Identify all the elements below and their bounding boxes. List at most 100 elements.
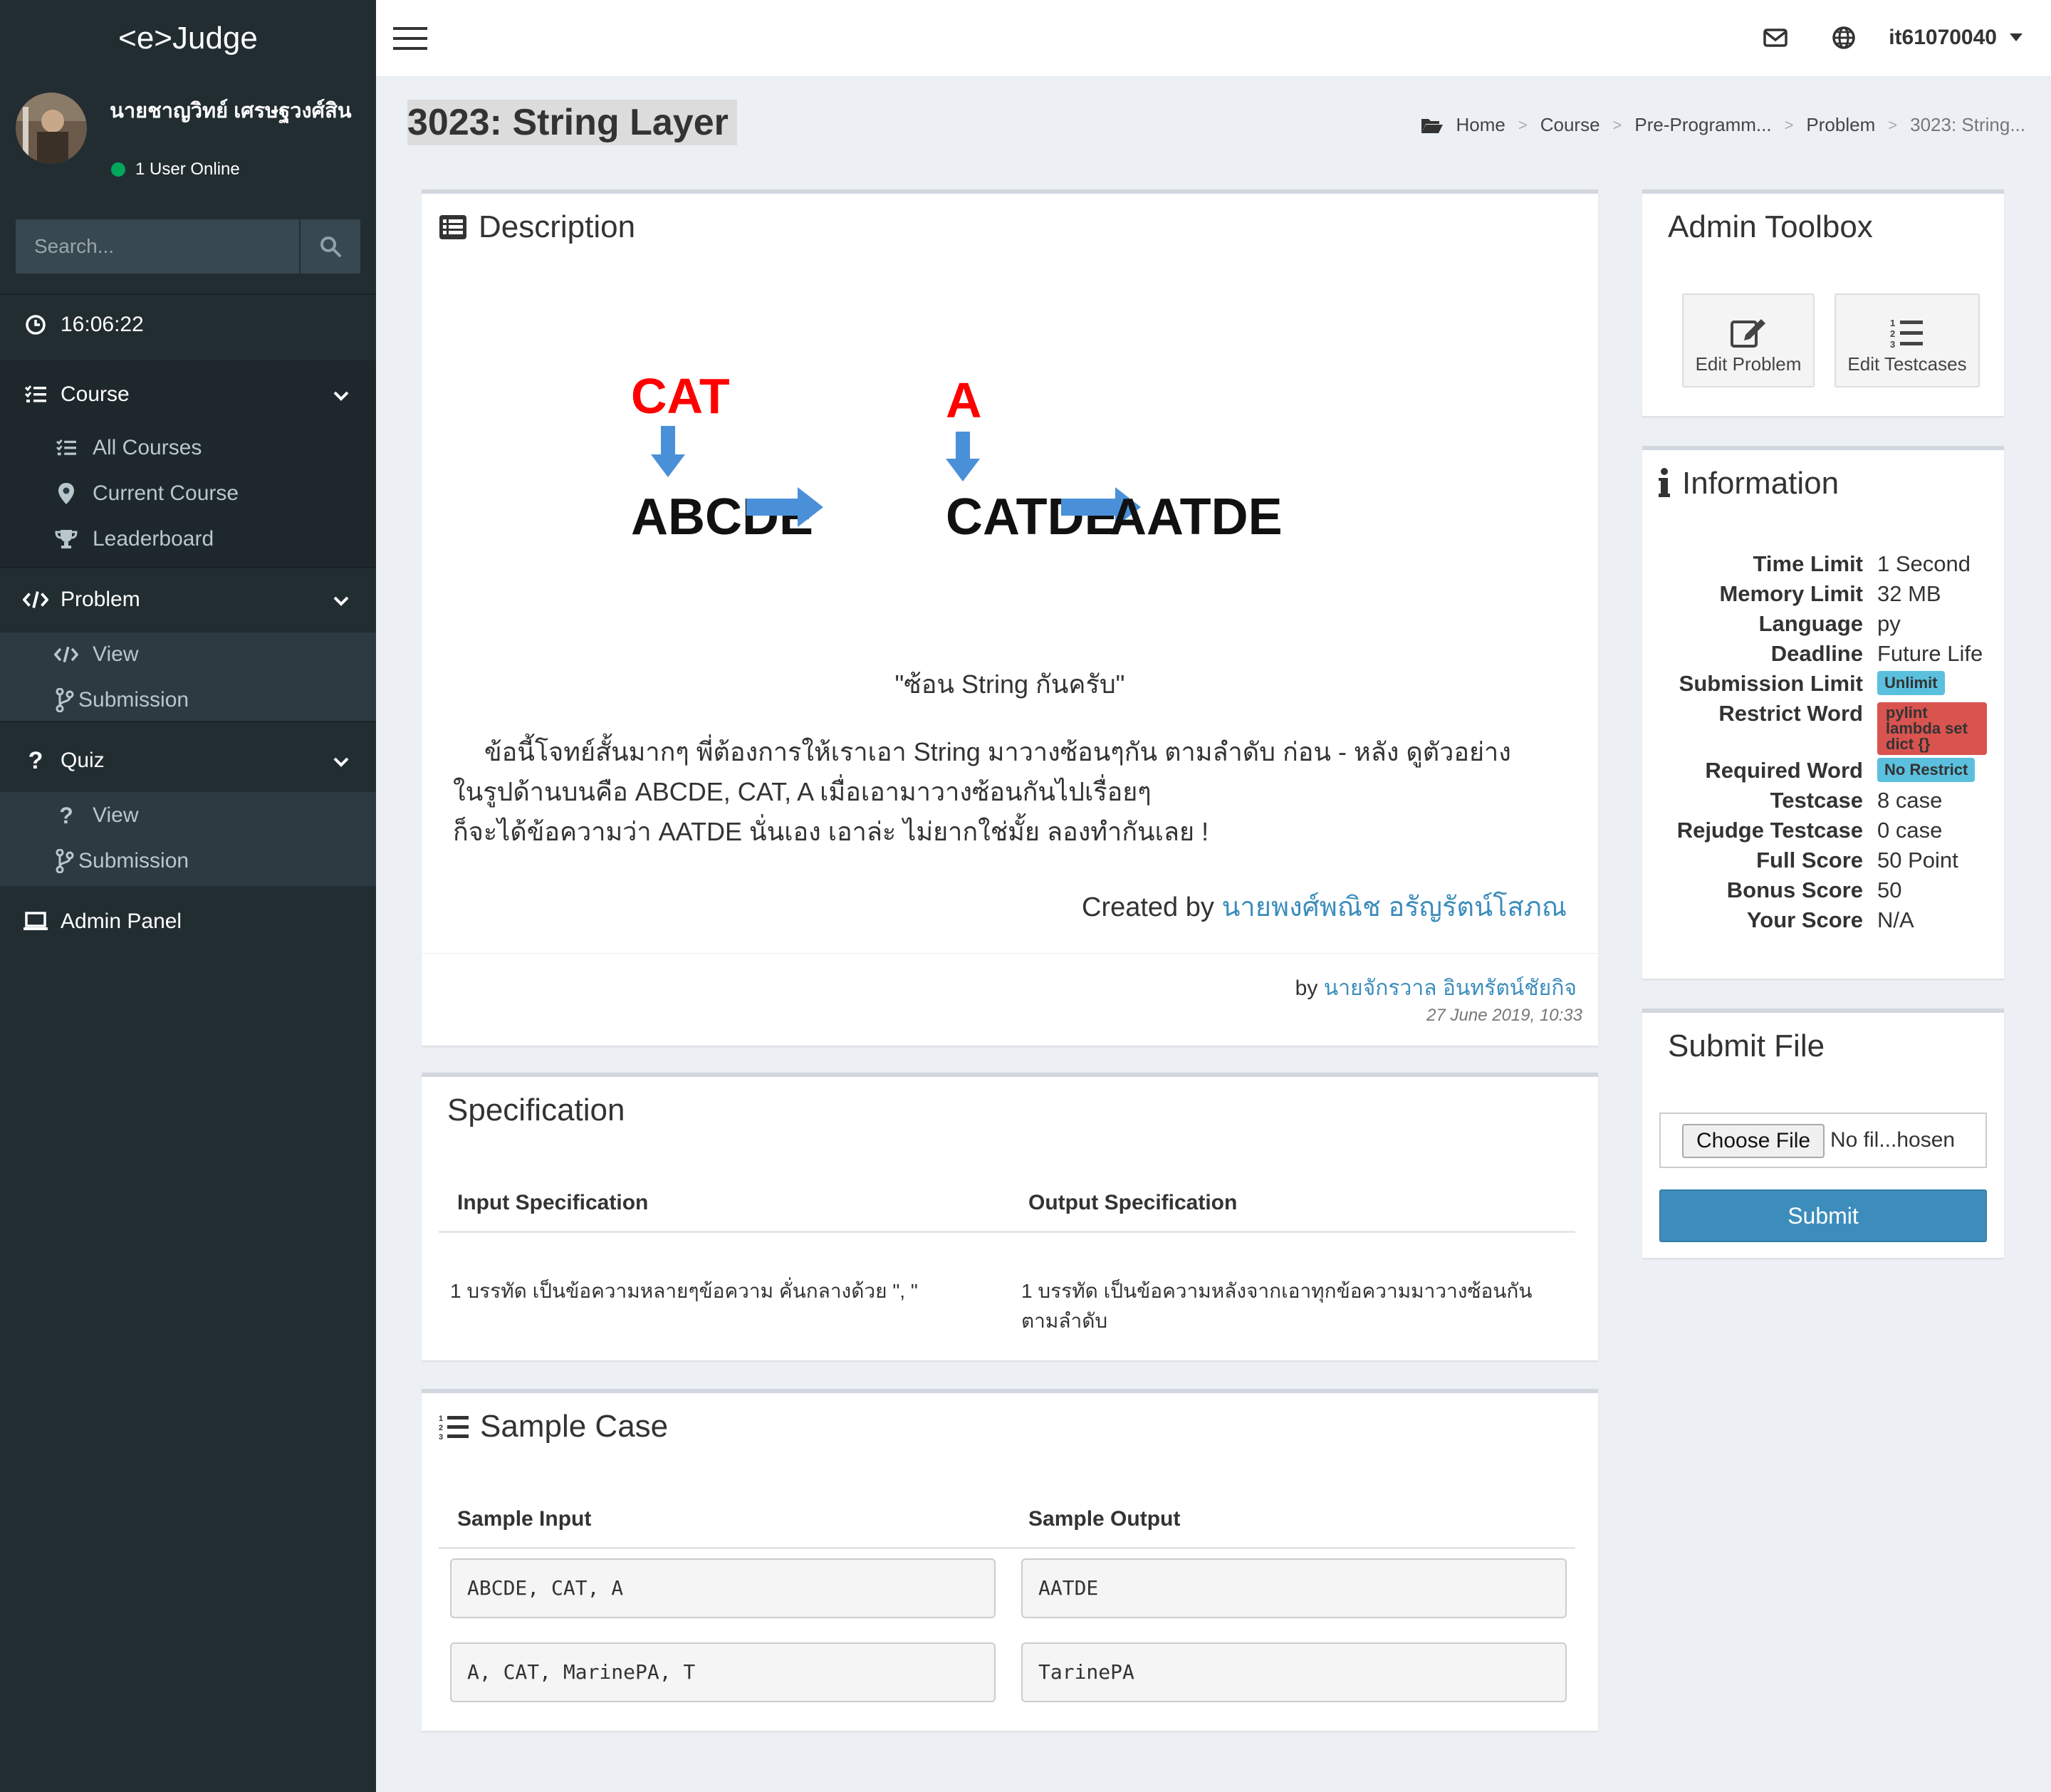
envelope-icon: [1763, 28, 1788, 47]
info-value: py: [1877, 611, 1901, 636]
description-box: Description CAT ABCDE A CATDE AATDE "ซ้อ…: [422, 189, 1598, 1046]
post-date: 27 June 2019, 10:33: [1426, 1006, 1582, 1025]
brand-logo[interactable]: <e>Judge: [0, 0, 376, 77]
breadcrumb-separator: >: [1888, 115, 1898, 134]
code-icon: [54, 642, 78, 667]
choose-file-button[interactable]: Choose File: [1682, 1124, 1825, 1158]
sidebar-item-label: Quiz: [61, 749, 105, 772]
info-bonus-score: Bonus Score 50: [1642, 877, 2004, 906]
sidebar-item-label: Course: [61, 382, 130, 406]
sample-case-title: 123 Sample Case: [439, 1409, 668, 1444]
created-by-label: Created by: [1082, 892, 1214, 922]
info-key: Your Score: [1746, 907, 1863, 932]
user-menu[interactable]: it61070040: [1889, 26, 2023, 50]
list-ol-icon: 123: [439, 1415, 469, 1440]
sidebar-item-admin-panel[interactable]: Admin Panel: [0, 905, 376, 939]
question-icon: ?: [59, 802, 73, 828]
description-quote: "ซ้อน String กันครับ": [894, 670, 1125, 699]
info-language: Language py: [1642, 611, 2004, 640]
figure-step-1: ABCDE: [631, 489, 813, 546]
restrict-word-badge: pylint lambda set dict {}: [1877, 702, 1987, 755]
sample-case-title-text: Sample Case: [480, 1409, 669, 1444]
info-key: Full Score: [1756, 848, 1863, 872]
required-word-badge: No Restrict: [1877, 758, 1976, 782]
submit-button[interactable]: Submit: [1659, 1189, 1987, 1242]
sidebar-item-label: Current Course: [93, 481, 239, 505]
info-value: 8 case: [1877, 788, 1943, 813]
info-icon: [1659, 468, 1670, 497]
input-spec-text: 1 บรรทัด เป็นข้อความหลายๆข้อความ คั่นกลา…: [450, 1280, 918, 1302]
svg-text:3: 3: [1890, 339, 1895, 349]
sidebar-item-quiz[interactable]: ? Quiz: [0, 744, 376, 778]
submission-limit-badge: Unlimit: [1877, 671, 1945, 695]
file-name-text: No fil...hosen: [1830, 1128, 1956, 1152]
sidebar-item-quiz-submission[interactable]: Submission: [0, 849, 376, 879]
chevron-down-icon: [333, 382, 349, 407]
breadcrumb-separator: >: [1612, 115, 1622, 134]
edit-testcases-button[interactable]: 123 Edit Testcases: [1835, 293, 1980, 387]
restrict-word-item: pylint: [1886, 704, 1928, 722]
breadcrumb-home[interactable]: Home: [1456, 114, 1505, 136]
description-line: ก็จะได้ข้อความว่า AATDE นั่นเอง เอาล่ะ ไ…: [453, 817, 1209, 846]
svg-text:1: 1: [439, 1415, 443, 1423]
trophy-icon: [54, 527, 78, 551]
output-spec-line: 1 บรรทัด เป็นข้อความหลังจากเอาทุกข้อความ…: [1021, 1280, 1533, 1302]
code-fork-icon: [53, 688, 77, 712]
info-key: Submission Limit: [1679, 671, 1863, 696]
info-value: 1 Second: [1877, 551, 1971, 576]
language-button[interactable]: [1832, 26, 1856, 53]
byline-author-link[interactable]: นายจักรวาล อินทรัตน์ชัยกิจ: [1324, 976, 1577, 1000]
submit-file-box: Submit File Choose File No fil...hosen S…: [1642, 1009, 2004, 1258]
created-by: Created by นายพงศ์พณิช อรัญรัตน์โสภณ: [1082, 885, 1567, 928]
info-value: Future Life: [1877, 641, 1983, 666]
breadcrumb-course-name[interactable]: Pre-Programm...: [1634, 114, 1771, 136]
sidebar-item-problem-submission[interactable]: Submission: [0, 688, 376, 718]
sidebar-item-course[interactable]: Course: [0, 377, 376, 412]
author-byline: by นายจักรวาล อินทรัตน์ชัยกิจ: [1295, 971, 1577, 1005]
sample-input-1: ABCDE, CAT, A: [450, 1558, 996, 1618]
search-button[interactable]: [301, 219, 360, 274]
sidebar-item-problem-view[interactable]: View: [0, 642, 376, 672]
info-key: Required Word: [1705, 758, 1863, 783]
messages-button[interactable]: [1763, 26, 1788, 53]
chevron-down-icon: [333, 588, 349, 612]
sidebar-item-quiz-view[interactable]: ? View: [0, 803, 376, 833]
info-value: 50 Point: [1877, 848, 1958, 872]
restrict-word-item: dict {}: [1886, 735, 1931, 753]
created-by-author-link[interactable]: นายพงศ์พณิช อรัญรัตน์โสภณ: [1221, 892, 1567, 922]
map-marker-icon: [54, 481, 78, 506]
sidebar-item-all-courses[interactable]: All Courses: [0, 436, 376, 466]
search-input[interactable]: Search...: [16, 219, 301, 274]
information-title: Information: [1658, 466, 1839, 501]
breadcrumb-course[interactable]: Course: [1540, 114, 1600, 136]
info-key: Time Limit: [1753, 551, 1863, 576]
info-key: Rejudge Testcase: [1676, 818, 1863, 843]
sidebar-item-label: Leaderboard: [93, 527, 214, 551]
info-restrict-word: Restrict Word pylint lambda set dict {}: [1642, 701, 2004, 758]
sidebar-item-problem[interactable]: Problem: [0, 583, 376, 617]
info-key: Deadline: [1770, 641, 1863, 666]
svg-text:1: 1: [1890, 318, 1895, 328]
edit-problem-label: Edit Problem: [1695, 353, 1802, 375]
laptop-icon: [23, 909, 48, 934]
byline-label: by: [1295, 976, 1318, 1000]
file-input: Choose File No fil...hosen: [1659, 1113, 1987, 1168]
info-key: Restrict Word: [1718, 701, 1863, 726]
info-value: N/A: [1877, 907, 1914, 932]
online-dot-icon: [111, 162, 125, 177]
sidebar-item-label: Submission: [78, 849, 189, 872]
sample-input-header: Sample Input: [457, 1507, 592, 1531]
edit-problem-button[interactable]: Edit Problem: [1682, 293, 1815, 387]
admin-toolbox-box: Admin Toolbox Edit Problem 123 Edit Test…: [1642, 189, 2004, 416]
code-icon: [23, 587, 48, 613]
description-line: ข้อนี้โจทย์สั้นมากๆ พี่ต้องการให้เราเอา …: [484, 737, 1511, 766]
sidebar-toggle-button[interactable]: [393, 27, 427, 53]
folder-open-icon: [1421, 118, 1443, 133]
figure-word-cat: CAT: [631, 372, 730, 424]
breadcrumb-problem[interactable]: Problem: [1806, 114, 1875, 136]
info-key: Memory Limit: [1719, 581, 1863, 606]
info-key: Language: [1758, 611, 1863, 636]
sidebar-item-label: View: [93, 803, 139, 827]
sidebar-item-current-course[interactable]: Current Course: [0, 481, 376, 511]
sidebar-item-leaderboard[interactable]: Leaderboard: [0, 527, 376, 557]
